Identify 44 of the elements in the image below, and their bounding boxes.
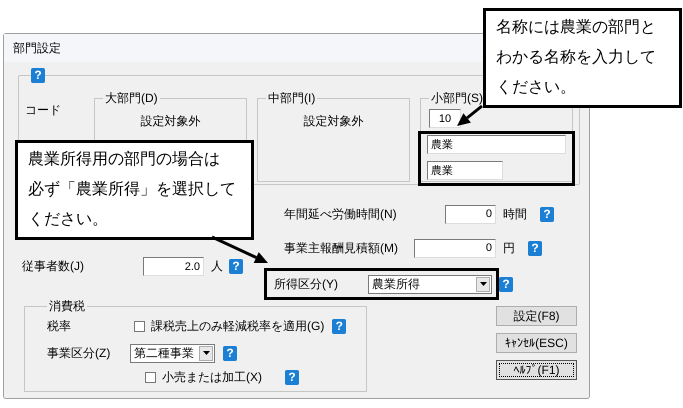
group-label: 消費税 bbox=[48, 298, 86, 315]
help-icon[interactable]: ? bbox=[31, 68, 45, 83]
checkbox[interactable] bbox=[145, 372, 156, 382]
callout-text: 名称には農業の部門と わかる名称を入力して ください。 bbox=[483, 8, 682, 108]
help-icon[interactable]: ? bbox=[528, 240, 542, 256]
input-field[interactable]: 0 bbox=[414, 238, 496, 258]
field-label: 事業区分(Z) bbox=[47, 344, 112, 362]
checkbox-label: 小売または加工(X) bbox=[162, 368, 262, 386]
help-icon[interactable]: ? bbox=[223, 346, 237, 360]
group-label: 大部門(D) bbox=[104, 90, 159, 107]
help-icon[interactable]: ? bbox=[499, 276, 513, 292]
callout-arrow bbox=[457, 104, 483, 126]
dropdown[interactable]: 第二種事業 bbox=[130, 344, 215, 362]
help-icon[interactable]: ? bbox=[540, 206, 554, 222]
help-icon[interactable]: ? bbox=[285, 370, 299, 384]
field-label: 事業主報酬見積額(M) bbox=[284, 240, 398, 256]
field-label: 所得区分(Y) bbox=[274, 276, 339, 292]
input-field[interactable]: 0 bbox=[445, 204, 496, 224]
unit-label: 円 bbox=[503, 240, 515, 256]
input-field[interactable]: 2.0 bbox=[143, 257, 204, 276]
field-label: 年間延べ労働時間(N) bbox=[284, 206, 397, 222]
input-field[interactable]: 農業 bbox=[427, 161, 503, 180]
status-text: 設定対象外 bbox=[302, 113, 364, 130]
input-field[interactable]: 農業 bbox=[427, 135, 566, 154]
field-label: 税率 bbox=[47, 318, 72, 334]
button[interactable]: 設定(F8) bbox=[496, 306, 577, 326]
status-text: 設定対象外 bbox=[140, 113, 202, 130]
dropdown[interactable]: 農業所得 bbox=[368, 274, 492, 294]
button[interactable]: ﾍﾙﾌﾟ(F1) bbox=[496, 360, 577, 380]
field-label: 従事者数(J) bbox=[22, 258, 85, 275]
caret-icon bbox=[480, 282, 486, 286]
group-label: 小部門(S) bbox=[430, 90, 484, 107]
help-icon[interactable]: ? bbox=[332, 318, 346, 334]
checkbox[interactable] bbox=[134, 320, 145, 332]
callout-text: 農業所得用の部門の場合は 必ず「農業所得」を選択して ください。 bbox=[15, 140, 254, 240]
unit-label: 時間 bbox=[503, 206, 527, 222]
unit-label: 人 bbox=[211, 258, 223, 275]
group-label: 中部門(I) bbox=[267, 90, 316, 107]
button[interactable]: ｷｬﾝｾﾙ(ESC) bbox=[496, 333, 577, 353]
checkbox-label: 課税売上のみ軽減税率を適用(G) bbox=[151, 318, 324, 334]
field-label: コード bbox=[25, 102, 61, 119]
help-icon[interactable]: ? bbox=[229, 259, 243, 274]
caret-icon bbox=[202, 351, 210, 355]
input-field[interactable]: 10 bbox=[429, 109, 461, 128]
